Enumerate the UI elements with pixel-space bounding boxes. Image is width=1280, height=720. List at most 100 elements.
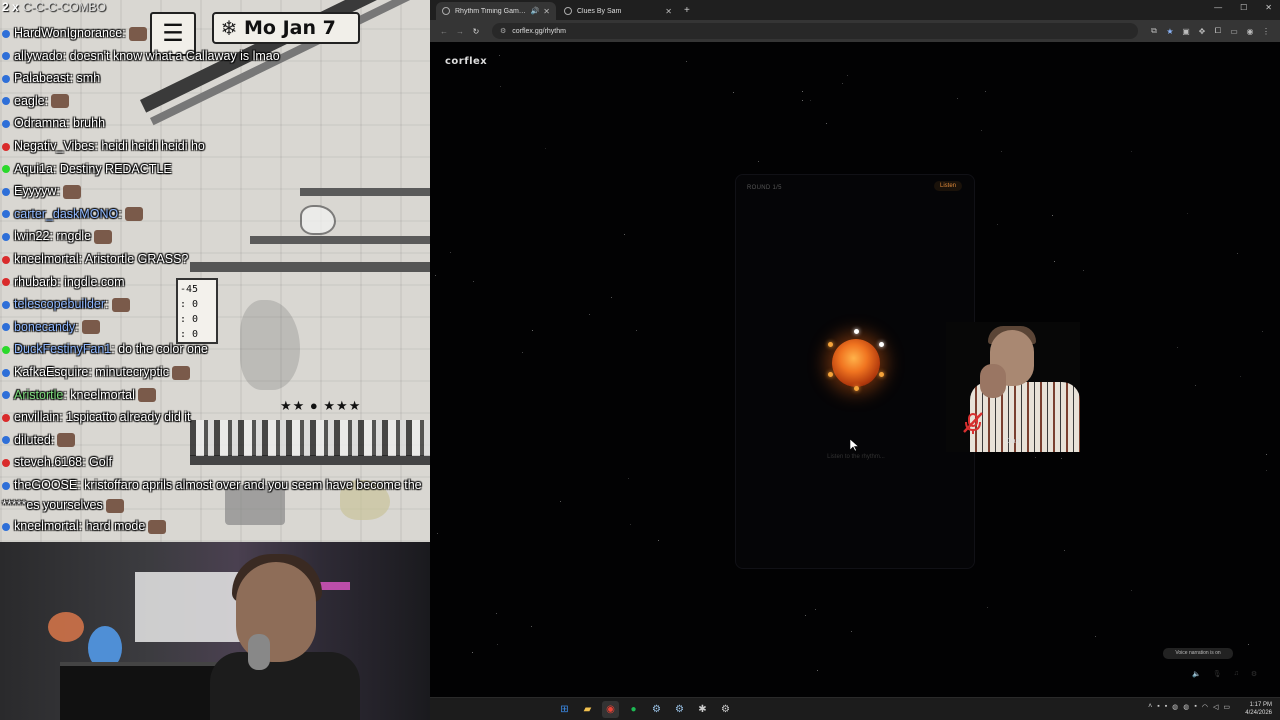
chat-username[interactable]: diluted (14, 433, 51, 447)
address-bar[interactable]: ⚙ corflex.gg/rhythm (492, 23, 1138, 39)
chat-username[interactable]: bonecandy (14, 320, 75, 334)
network-icon[interactable]: ◠ (1202, 703, 1208, 711)
maximize-button[interactable]: ☐ (1240, 3, 1247, 12)
chat-username[interactable]: telescopebuilder (14, 297, 105, 311)
user-badge-icon (2, 368, 10, 377)
chat-username[interactable]: theGOOSE (14, 478, 77, 492)
minimize-button[interactable]: — (1214, 3, 1222, 12)
chat-text: : ingdle.com (57, 274, 125, 289)
close-tab-icon[interactable]: ✕ (665, 7, 672, 16)
start-icon[interactable]: ⊞ (556, 701, 573, 718)
tab-rhythm-game[interactable]: Rhythm Timing Game — Fr 🔊 ✕ (436, 2, 556, 20)
bookmark-star-icon[interactable]: ★ (1162, 27, 1178, 36)
tray-app-icon[interactable]: ▪ (1165, 703, 1167, 711)
bottom-controls: 🔈 🎙 ♫ ⚙ (1192, 670, 1257, 678)
settings-icon[interactable]: ⚙ (717, 701, 734, 718)
tray-app-icon[interactable]: ▪ (1157, 703, 1159, 711)
chat-text: : Destiny REDACTLE (52, 161, 172, 176)
reload-icon[interactable]: ↻ (468, 27, 484, 36)
chat-username[interactable]: Eyyyyw (14, 184, 56, 198)
volume-icon[interactable]: ◁ (1213, 703, 1218, 711)
user-badge-icon (2, 458, 10, 467)
chat-message: theGOOSE: kristoffaro aprils almost over… (0, 474, 430, 515)
chat-username[interactable]: kneelmortal (14, 519, 79, 533)
tab-title: Rhythm Timing Game — Fr (455, 7, 527, 15)
chat-username[interactable]: eagle (14, 94, 45, 108)
chat-username[interactable]: Odramna (14, 116, 66, 130)
chat-text: : Aristortle GRASS? (78, 251, 189, 266)
music-icon[interactable]: ♫ (1234, 670, 1239, 678)
user-badge-icon (2, 391, 10, 400)
star-dot (496, 613, 497, 614)
orb-core[interactable] (832, 339, 880, 387)
chat-username[interactable]: steveh.6168 (14, 455, 82, 469)
steam-alt-icon[interactable]: ⚙ (671, 701, 688, 718)
emote-icon (62, 184, 81, 199)
split-view-icon[interactable]: ▭ (1226, 27, 1242, 36)
emote-icon (94, 230, 113, 245)
brand-logo[interactable]: corflex (445, 56, 487, 67)
chat-username[interactable]: Aqui1a (14, 162, 53, 176)
close-window-button[interactable]: ✕ (1265, 3, 1272, 12)
user-badge-icon (2, 97, 10, 106)
menu-icon[interactable]: ⋮ (1258, 27, 1274, 36)
file-explorer-icon[interactable]: ▰ (579, 701, 596, 718)
chat-text: : (56, 184, 60, 199)
chat-username[interactable]: Negativ_Vibes (14, 139, 94, 153)
chat-username[interactable]: DuckFestinyFan1 (14, 342, 111, 356)
combo-count: 2 x (2, 0, 19, 14)
chat-username[interactable]: rhubarb (14, 275, 57, 289)
chat-username[interactable]: KafkaEsquire (14, 365, 88, 379)
chat-username[interactable]: envillain (14, 410, 59, 424)
mic-icon[interactable]: 🎙 (1213, 670, 1222, 678)
participant-video: Dan (946, 322, 1080, 452)
chat-username[interactable]: allywado (14, 49, 63, 63)
star-dot (1262, 331, 1263, 332)
rhythm-orb[interactable] (820, 327, 892, 399)
tab-clues-by-sam[interactable]: Clues By Sam ✕ (558, 2, 678, 20)
chat-text: : kneelmortal (63, 387, 135, 402)
chat-username[interactable]: lwin22 (14, 229, 49, 243)
chat-username[interactable]: Palabeast (14, 71, 70, 85)
clock-time: 1:17 PM (1249, 702, 1272, 708)
install-app-icon[interactable]: ⧉ (1146, 26, 1162, 36)
extension-icon[interactable]: ✥ (1194, 27, 1210, 36)
user-badge-icon (2, 142, 10, 151)
chat-username[interactable]: kneelmortal (14, 252, 79, 266)
beat-dot (854, 329, 859, 334)
star-dot (628, 478, 629, 479)
close-tab-icon[interactable]: ✕ (543, 7, 550, 16)
window-controls: — ☐ ✕ (1214, 3, 1272, 12)
tray-chevron-icon[interactable]: ˄ (1148, 703, 1152, 711)
battery-icon[interactable]: ▭ (1223, 703, 1230, 711)
emote-icon (171, 365, 190, 380)
steam-icon[interactable]: ⚙ (648, 701, 665, 718)
spotify-icon[interactable]: ● (625, 701, 642, 718)
participant-hand (980, 364, 1006, 398)
chrome-icon[interactable]: ◉ (602, 701, 619, 718)
profile-icon[interactable]: ◉ (1242, 27, 1258, 36)
star-dot (1061, 458, 1062, 459)
acoustic-panel (135, 572, 245, 642)
tray-app-icon[interactable]: ▪ (1194, 703, 1196, 711)
chat-text: : (50, 432, 55, 447)
system-tray: ˄ ▪ ▪ ◍ ◍ ▪ ◠ ◁ ▭ (1148, 703, 1230, 711)
extensions-puzzle-icon[interactable]: ⧠ (1210, 26, 1226, 36)
chat-username[interactable]: HardWonIgnorance (14, 26, 122, 40)
clock[interactable]: 1:17 PM 4/24/2026 (1245, 701, 1272, 717)
app-icon[interactable]: ✱ (694, 701, 711, 718)
new-tab-button[interactable]: + (684, 2, 690, 20)
back-icon[interactable]: ← (436, 27, 452, 36)
tray-app-icon[interactable]: ◍ (1183, 703, 1189, 711)
settings-icon[interactable]: ⚙ (1251, 670, 1257, 678)
chat-message: lwin22: rngdle (0, 225, 430, 248)
speaker-icon[interactable]: 🔊 (531, 7, 540, 15)
chat-username[interactable]: carter_daskMONO (14, 207, 118, 221)
site-info-icon[interactable]: ⚙ (500, 27, 506, 35)
volume-icon[interactable]: 🔈 (1192, 670, 1201, 678)
chat-username[interactable]: Aristortle (14, 388, 63, 402)
forward-icon[interactable]: → (452, 27, 468, 36)
extension-icon[interactable]: ▣ (1178, 27, 1194, 36)
tray-app-icon[interactable]: ◍ (1172, 703, 1178, 711)
beat-dot (828, 342, 833, 347)
